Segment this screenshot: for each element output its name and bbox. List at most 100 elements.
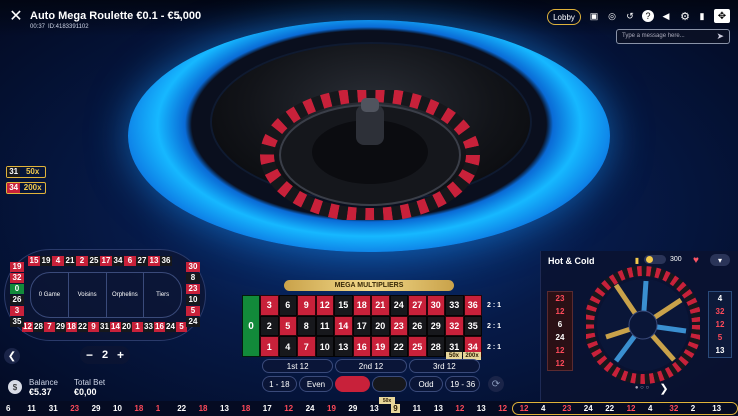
number-cell[interactable]: 26 xyxy=(408,315,427,337)
fullscreen-icon[interactable]: ✥ xyxy=(714,9,730,23)
repeat-icon[interactable]: ⟳ xyxy=(488,376,504,392)
number-cell[interactable]: 3 xyxy=(260,295,279,316)
video-toggle-icon[interactable]: ▮ xyxy=(696,10,708,22)
track-cell[interactable]: 8 xyxy=(186,273,200,283)
dozen-2nd[interactable]: 2nd 12 xyxy=(335,359,407,373)
number-cell[interactable]: 9 xyxy=(297,295,316,316)
number-cell[interactable]: 23 xyxy=(389,315,408,337)
track-cell[interactable]: 25 xyxy=(88,256,100,266)
number-cell[interactable]: 12 xyxy=(315,295,334,316)
number-cell[interactable]: 5 xyxy=(278,315,297,337)
zero-cell[interactable]: 0 xyxy=(242,295,260,357)
number-cell[interactable]: 29 xyxy=(426,315,445,337)
track-cell[interactable]: 0 xyxy=(10,284,24,294)
track-cell[interactable]: 26 xyxy=(10,295,24,305)
number-cell[interactable]: 10 xyxy=(315,336,334,358)
lobby-button[interactable]: Lobby xyxy=(547,9,581,25)
send-icon[interactable]: ➤ xyxy=(716,31,724,42)
number-cell[interactable]: 17 xyxy=(352,315,371,337)
bet-even[interactable]: Even xyxy=(298,376,334,392)
track-cell[interactable]: 29 xyxy=(55,322,66,332)
settings-gear-icon[interactable]: ⚙ xyxy=(679,10,691,23)
track-cell[interactable]: 3 xyxy=(10,306,24,316)
number-cell[interactable]: 11 xyxy=(315,315,334,337)
track-cell[interactable]: 18 xyxy=(66,322,77,332)
track-cell[interactable]: 23 xyxy=(186,284,200,294)
increase-button[interactable]: + xyxy=(117,348,124,362)
number-cell[interactable]: 1 xyxy=(260,336,279,358)
number-cell[interactable]: 28 xyxy=(426,336,445,358)
number-cell[interactable]: 33 xyxy=(445,295,464,316)
zone-voisins[interactable]: Voisins xyxy=(67,273,106,317)
bet-odd[interactable]: Odd xyxy=(408,376,444,392)
number-cell[interactable]: 20 xyxy=(371,315,390,337)
track-cell[interactable]: 1 xyxy=(132,322,143,332)
carousel-dots[interactable]: ● ○ ○ xyxy=(630,385,654,391)
bet-red[interactable] xyxy=(335,376,371,392)
track-cell[interactable]: 17 xyxy=(100,256,112,266)
track-cell[interactable]: 36 xyxy=(160,256,172,266)
history-icon[interactable]: ↺ xyxy=(624,10,636,22)
track-cell[interactable]: 24 xyxy=(186,317,200,327)
number-cell[interactable]: 30 xyxy=(426,295,445,316)
bet-black[interactable] xyxy=(372,376,407,392)
number-cell[interactable]: 13 xyxy=(334,336,353,358)
number-cell[interactable]: 25 xyxy=(408,336,427,358)
track-cell[interactable]: 7 xyxy=(44,322,55,332)
help-icon[interactable]: ? xyxy=(642,10,654,22)
track-cell[interactable]: 14 xyxy=(110,322,121,332)
stats-icon[interactable]: ◎ xyxy=(606,10,618,22)
volume-icon[interactable]: ◀ xyxy=(660,10,672,22)
number-cell[interactable]: 14 xyxy=(334,315,353,337)
track-cell[interactable]: 13 xyxy=(148,256,160,266)
track-cell[interactable]: 4 xyxy=(52,256,64,266)
track-cell[interactable]: 19 xyxy=(40,256,52,266)
number-cell[interactable]: 18 xyxy=(352,295,371,316)
track-cell[interactable]: 32 xyxy=(10,273,24,283)
track-cell[interactable]: 6 xyxy=(124,256,136,266)
close-icon[interactable]: ✕ xyxy=(8,8,24,25)
chat-input[interactable]: Type a message here... ➤ xyxy=(616,29,730,44)
number-cell[interactable]: 7 xyxy=(297,336,316,358)
number-cell[interactable]: 8 xyxy=(297,315,316,337)
zone-tiers[interactable]: Tiers xyxy=(143,273,181,317)
number-cell[interactable]: 16 xyxy=(352,336,371,358)
number-cell[interactable]: 36 xyxy=(463,295,482,316)
number-cell[interactable]: 6 xyxy=(278,295,297,316)
track-cell[interactable]: 24 xyxy=(165,322,176,332)
track-cell[interactable]: 22 xyxy=(77,322,88,332)
zone-0-game[interactable]: 0 Game xyxy=(31,292,68,298)
rounds-toggle[interactable] xyxy=(644,255,666,264)
dozen-3rd[interactable]: 3rd 12 xyxy=(408,359,480,373)
chat-icon[interactable]: ▣ xyxy=(588,10,600,22)
number-cell[interactable]: 19 xyxy=(371,336,390,358)
track-cell[interactable]: 16 xyxy=(154,322,165,332)
track-cell[interactable]: 9 xyxy=(88,322,99,332)
number-cell[interactable]: 15 xyxy=(334,295,353,316)
number-cell[interactable]: 35 xyxy=(463,315,482,337)
track-cell[interactable]: 15 xyxy=(28,256,40,266)
dozen-1st[interactable]: 1st 12 xyxy=(262,359,334,373)
chevron-down-icon[interactable]: ⌄ xyxy=(172,9,186,23)
number-cell[interactable]: 24 xyxy=(389,295,408,316)
number-cell[interactable]: 2 xyxy=(260,315,279,337)
column-bet[interactable]: 2 : 1 xyxy=(483,295,505,315)
next-arrow-icon[interactable]: ❯ xyxy=(658,381,670,395)
track-cell[interactable]: 20 xyxy=(121,322,132,332)
number-cell[interactable]: 21 xyxy=(371,295,390,316)
track-cell[interactable]: 31 xyxy=(99,322,110,332)
track-cell[interactable]: 34 xyxy=(112,256,124,266)
track-cell[interactable]: 5 xyxy=(186,306,200,316)
track-cell[interactable]: 19 xyxy=(10,262,24,272)
track-cell[interactable]: 21 xyxy=(64,256,76,266)
zone-orphelins[interactable]: Orphelins xyxy=(105,273,144,317)
track-cell[interactable]: 10 xyxy=(186,295,200,305)
hide-panel-icon[interactable]: ▾ xyxy=(710,254,730,266)
track-cell[interactable]: 28 xyxy=(33,322,44,332)
collapse-left-button[interactable]: ❮ xyxy=(4,348,20,364)
track-cell[interactable]: 33 xyxy=(143,322,154,332)
bet-1-18[interactable]: 1 - 18 xyxy=(262,376,297,392)
number-cell[interactable]: 22 xyxy=(389,336,408,358)
column-bet[interactable]: 2 : 1 xyxy=(483,337,505,357)
bet-19-36[interactable]: 19 - 36 xyxy=(445,376,481,392)
